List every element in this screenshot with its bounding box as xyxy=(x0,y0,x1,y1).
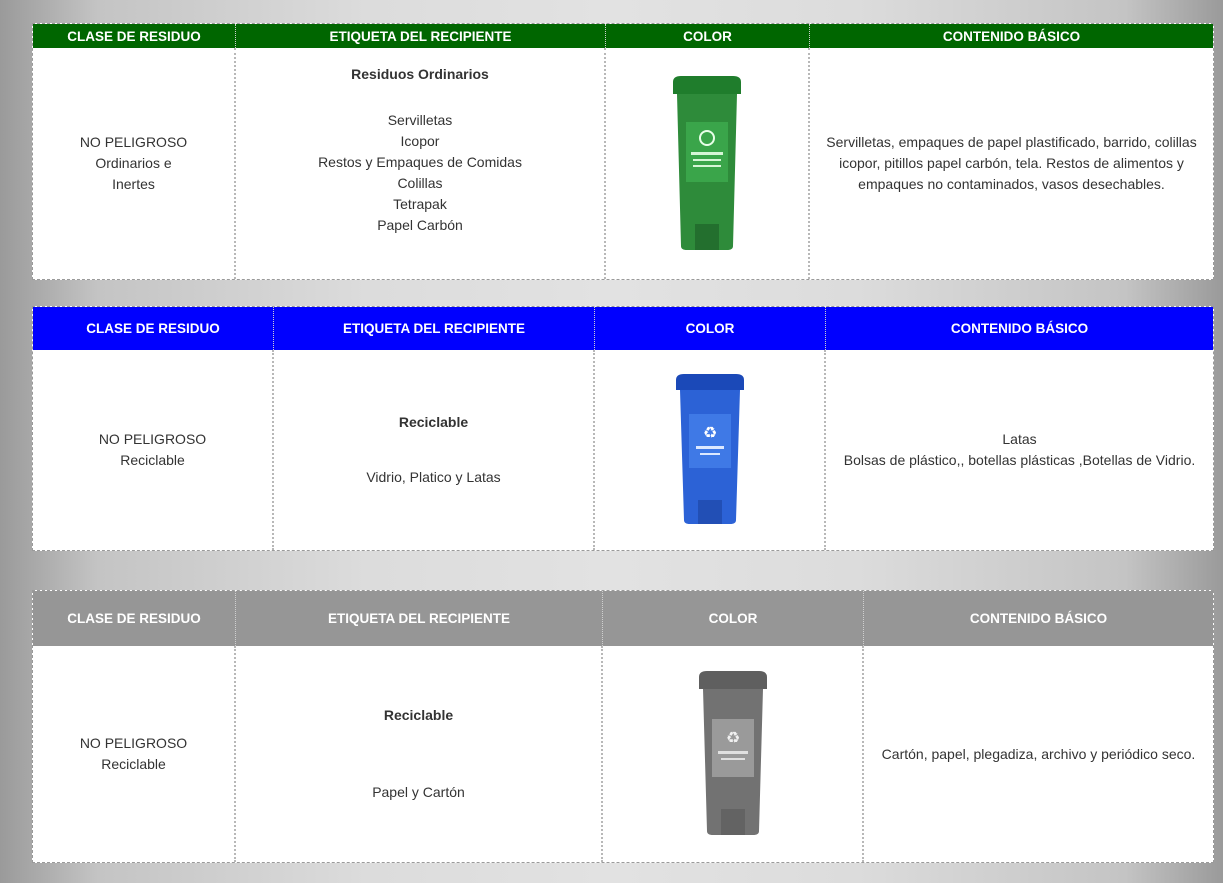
etiqueta-item: Papel Carbón xyxy=(377,217,463,233)
table-row: NO PELIGROSO Ordinarios e Inertes Residu… xyxy=(33,48,1213,279)
table-header: CLASE DE RESIDUO ETIQUETA DEL RECIPIENTE… xyxy=(33,307,1213,350)
blue-recycle-bin-icon: ♻ xyxy=(675,374,744,524)
header-contenido: CONTENIDO BÁSICO xyxy=(942,28,1081,44)
header-clase: CLASE DE RESIDUO xyxy=(33,24,236,48)
waste-table-recyclable-glass: CLASE DE RESIDUO ETIQUETA DEL RECIPIENTE… xyxy=(32,306,1214,551)
table-row: NO PELIGROSO Reciclable Reciclable Vidri… xyxy=(33,350,1213,550)
header-color: COLOR xyxy=(595,307,826,350)
header-clase: CLASE DE RESIDUO xyxy=(33,307,274,350)
header-contenido: CONTENIDO BÁSICO xyxy=(969,611,1108,626)
header-etiqueta: ETIQUETA DEL RECIPIENTE xyxy=(236,24,606,48)
header-contenido: CONTENIDO BÁSICO xyxy=(950,321,1089,336)
clase-line: NO PELIGROSO xyxy=(79,735,188,751)
cell-color: ♻ xyxy=(603,646,864,862)
svg-text:♻: ♻ xyxy=(725,728,739,747)
table-header: CLASE DE RESIDUO ETIQUETA DEL RECIPIENTE… xyxy=(33,591,1213,646)
svg-text:♻: ♻ xyxy=(702,423,716,442)
etiqueta-title: Reciclable xyxy=(398,414,469,430)
header-color: COLOR xyxy=(603,591,864,646)
table-header: CLASE DE RESIDUO ETIQUETA DEL RECIPIENTE… xyxy=(33,24,1213,48)
header-color: COLOR xyxy=(606,24,810,48)
green-recycle-bin-icon xyxy=(673,75,741,250)
header-etiqueta: ETIQUETA DEL RECIPIENTE xyxy=(274,307,595,350)
etiqueta-item: Icopor xyxy=(400,133,440,149)
etiqueta-text: Vidrio, Platico y Latas xyxy=(366,469,501,485)
cell-contenido: Cartón, papel, plegadiza, archivo y peri… xyxy=(864,646,1213,862)
cell-clase: NO PELIGROSO Reciclable xyxy=(33,350,274,550)
gray-recycle-bin-icon: ♻ xyxy=(698,671,767,835)
etiqueta-item: Servilletas xyxy=(387,112,453,128)
etiqueta-item: Colillas xyxy=(397,175,443,191)
contenido-text: Cartón, papel, plegadiza, archivo y peri… xyxy=(881,745,1196,762)
cell-contenido: Latas Bolsas de plástico,, botellas plás… xyxy=(826,350,1213,550)
waste-table-ordinary: CLASE DE RESIDUO ETIQUETA DEL RECIPIENTE… xyxy=(32,23,1214,280)
table-row: NO PELIGROSO Reciclable Reciclable Papel… xyxy=(33,646,1213,862)
contenido-line: Latas xyxy=(1002,431,1037,447)
etiqueta-text: Papel y Cartón xyxy=(372,784,465,800)
clase-line: Inertes xyxy=(112,176,155,192)
cell-etiqueta: Reciclable Vidrio, Platico y Latas xyxy=(274,350,595,550)
etiqueta-title: Residuos Ordinarios xyxy=(351,66,489,82)
contenido-line: Bolsas de plástico,, botellas plásticas … xyxy=(843,452,1196,468)
etiqueta-title: Reciclable xyxy=(383,707,454,723)
cell-color: ♻ xyxy=(595,350,826,550)
clase-line: Ordinarios e xyxy=(95,155,172,171)
clase-line: NO PELIGROSO xyxy=(79,134,188,150)
cell-etiqueta: Residuos Ordinarios Servilletas Icopor R… xyxy=(236,48,606,279)
cell-contenido: Servilletas, empaques de papel plastific… xyxy=(810,48,1213,279)
header-clase: CLASE DE RESIDUO xyxy=(33,591,236,646)
etiqueta-item: Restos y Empaques de Comidas xyxy=(318,154,522,170)
header-etiqueta: ETIQUETA DEL RECIPIENTE xyxy=(236,591,603,646)
cell-etiqueta: Reciclable Papel y Cartón xyxy=(236,646,603,862)
waste-table-recyclable-paper: CLASE DE RESIDUO ETIQUETA DEL RECIPIENTE… xyxy=(32,590,1214,863)
etiqueta-item: Tetrapak xyxy=(393,196,447,212)
clase-line: Reciclable xyxy=(101,756,166,772)
clase-line: NO PELIGROSO xyxy=(98,431,207,447)
cell-clase: NO PELIGROSO Reciclable xyxy=(33,646,236,862)
clase-line: Reciclable xyxy=(120,452,185,468)
cell-clase: NO PELIGROSO Ordinarios e Inertes xyxy=(33,48,236,279)
cell-color xyxy=(606,48,810,279)
contenido-text: Servilletas, empaques de papel plastific… xyxy=(826,134,1197,192)
